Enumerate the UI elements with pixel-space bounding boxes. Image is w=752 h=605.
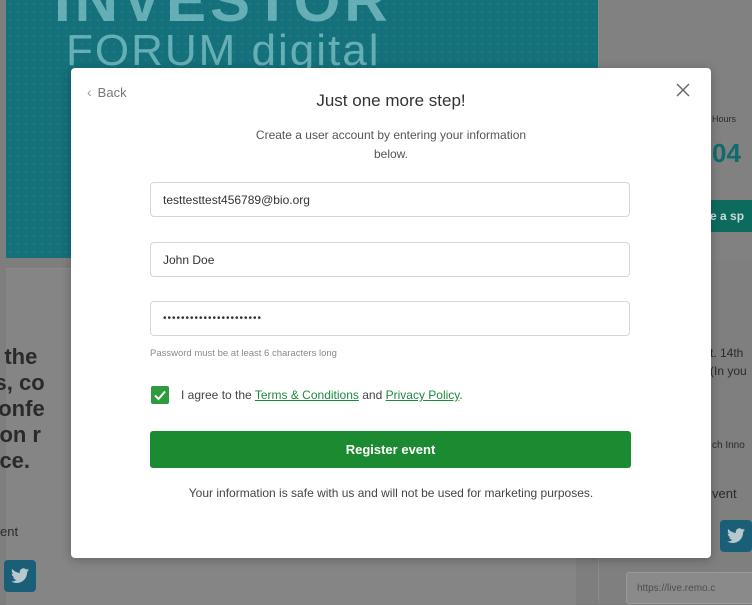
modal-title: Just one more step! <box>316 91 466 110</box>
register-modal: ‹ Back Just one more step! Create a user… <box>71 68 711 558</box>
countdown-hours-label: Hours <box>712 114 737 124</box>
modal-subtitle: Create a user account by entering your i… <box>255 128 527 161</box>
password-field[interactable] <box>150 301 630 336</box>
event-link-input[interactable]: https://live.remo.c <box>626 572 752 604</box>
name-field[interactable] <box>150 242 630 277</box>
left-heading-text: e the rs, co confe tion r nce. <box>0 344 45 473</box>
event-date-text: t. 14th (In you <box>710 346 747 378</box>
terms-link[interactable]: Terms & Conditions <box>255 388 359 402</box>
countdown-hours-value: 04 <box>712 138 741 168</box>
share-event-label: vent <box>712 486 737 501</box>
register-button[interactable]: Register event <box>150 431 631 468</box>
left-small-label: ent <box>0 524 19 539</box>
password-hint: Password must be at least 6 characters l… <box>150 348 337 359</box>
agree-text: I agree to the Terms & Conditions and Pr… <box>181 388 463 402</box>
privacy-note: Your information is safe with us and wil… <box>188 486 594 500</box>
email-field[interactable] <box>150 182 630 217</box>
privacy-link[interactable]: Privacy Policy <box>386 388 460 402</box>
twitter-icon[interactable] <box>4 560 36 592</box>
organizer-text: ch Inno <box>712 440 745 451</box>
checkmark-icon <box>154 390 166 401</box>
twitter-share-icon[interactable] <box>720 520 752 552</box>
agree-checkbox[interactable] <box>151 386 169 404</box>
